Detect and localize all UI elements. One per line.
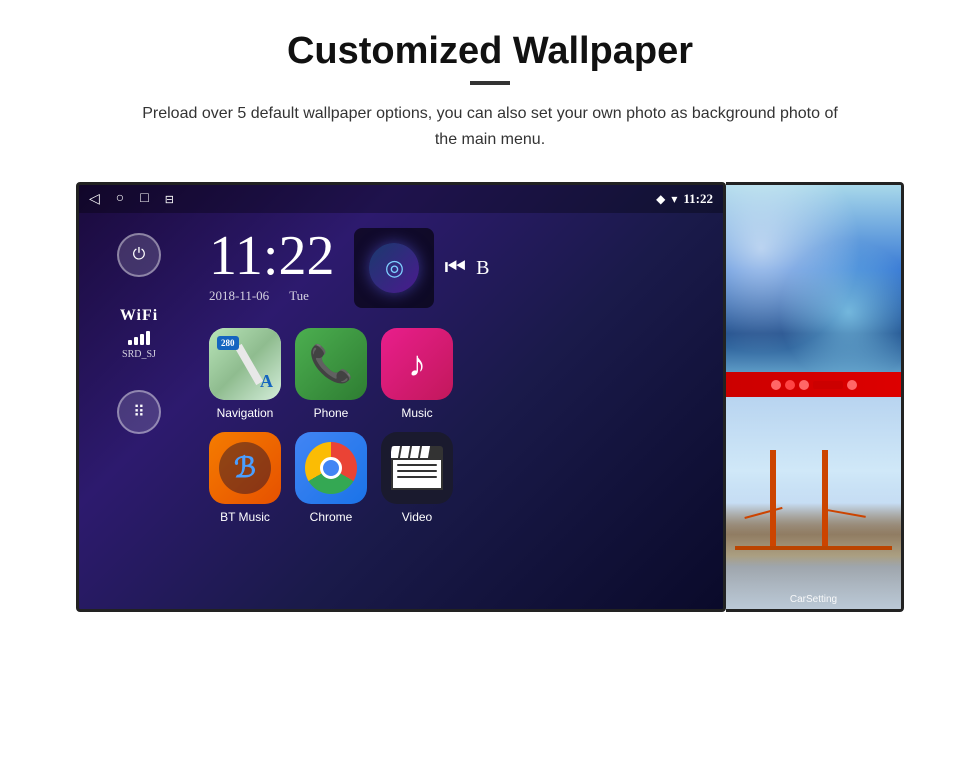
- apps-grid-icon: ⠿: [133, 402, 145, 422]
- date-value: 2018-11-06: [209, 288, 269, 304]
- status-bar: ◁ ○ □ ⊟ ◆ ▾ 11:22: [79, 185, 723, 213]
- wifi-bar-3: [140, 334, 144, 345]
- title-divider: [470, 81, 510, 85]
- bridge-cable-left: [744, 507, 782, 519]
- phone-icon: 📞: [295, 328, 367, 400]
- clock-info: 11:22 2018-11-06 Tue: [209, 228, 334, 304]
- home-icon[interactable]: ○: [116, 191, 124, 207]
- clapper-line: [397, 470, 437, 472]
- status-time: 11:22: [683, 191, 713, 207]
- wifi-status-icon: ▾: [671, 192, 677, 207]
- android-screen: ◁ ○ □ ⊟ ◆ ▾ 11:22 ⏻ WiFi: [76, 182, 726, 612]
- day-value: Tue: [289, 288, 309, 304]
- center-area: 11:22 2018-11-06 Tue ◎ ⏮ B: [199, 213, 723, 612]
- wifi-bar-2: [134, 337, 138, 345]
- bridge-scene: CarSetting: [726, 397, 901, 609]
- phone-glyph: 📞: [309, 343, 354, 385]
- now-playing-title: B: [476, 257, 489, 280]
- bridge-cable-right: [822, 508, 865, 518]
- video-icon: [381, 432, 453, 504]
- car-setting-label: CarSetting: [790, 594, 837, 605]
- back-icon[interactable]: ◁: [89, 191, 100, 208]
- screen-container: ◁ ○ □ ⊟ ◆ ▾ 11:22 ⏻ WiFi: [76, 182, 904, 612]
- clapper-lines: [393, 460, 441, 482]
- clapper-stripe: [400, 446, 410, 458]
- wallpaper-golden-gate[interactable]: CarSetting: [726, 397, 901, 609]
- music-label: Music: [401, 406, 432, 420]
- gps-icon: ◆: [656, 192, 665, 207]
- app-video[interactable]: Video: [381, 432, 453, 524]
- wifi-ssid: SRD_SJ: [122, 349, 156, 360]
- page-subtitle: Preload over 5 default wallpaper options…: [140, 101, 840, 152]
- music-glyph: ♪: [408, 343, 426, 385]
- radio-button-3: [799, 380, 809, 390]
- radio-display: [813, 381, 843, 389]
- ice-texture: [726, 185, 901, 397]
- app-music[interactable]: ♪ Music: [381, 328, 453, 420]
- bridge-road: [735, 546, 893, 550]
- navigation-label: Navigation: [217, 406, 274, 420]
- radio-button-4: [847, 380, 857, 390]
- app-phone[interactable]: 📞 Phone: [295, 328, 367, 420]
- clapper-line: [397, 464, 437, 466]
- bt-music-label: BT Music: [220, 510, 270, 524]
- chrome-icon: [295, 432, 367, 504]
- navigation-icon: 280 A: [209, 328, 281, 400]
- music-widget-icon: ◎: [369, 243, 419, 293]
- power-button[interactable]: ⏻: [117, 233, 161, 277]
- clapper-stripe: [420, 446, 430, 458]
- nav-map: 280 A: [209, 328, 281, 400]
- app-navigation[interactable]: 280 A Navigation: [209, 328, 281, 420]
- clapper-stripe: [391, 446, 400, 458]
- prev-track-button[interactable]: ⏮: [444, 255, 466, 282]
- chrome-label: Chrome: [310, 510, 353, 524]
- status-icons: ◆ ▾ 11:22: [656, 191, 713, 207]
- bt-glyph: ℬ: [219, 442, 271, 494]
- phone-label: Phone: [314, 406, 349, 420]
- car-radio-strip: [726, 372, 901, 397]
- clapper-body: [391, 458, 443, 490]
- cast-icon: ◎: [385, 255, 404, 281]
- wifi-signal-bars: [128, 329, 150, 345]
- video-label: Video: [402, 510, 432, 524]
- video-clapper: [391, 446, 443, 490]
- wifi-bar-4: [146, 331, 150, 345]
- clock-time: 11:22: [209, 228, 334, 284]
- clock-date: 2018-11-06 Tue: [209, 288, 334, 304]
- clapper-top: [391, 446, 443, 458]
- apps-row-1: 280 A Navigation 📞 Phone: [209, 328, 713, 420]
- bridge-tower-left: [770, 450, 776, 545]
- wifi-label: WiFi: [120, 307, 158, 325]
- clapper-stripe: [410, 446, 420, 458]
- music-icon: ♪: [381, 328, 453, 400]
- gallery-icon[interactable]: ⊟: [165, 193, 174, 206]
- clock-widgets: ◎ ⏮ B: [354, 228, 489, 308]
- nav-shield: 280: [217, 336, 239, 350]
- left-sidebar: ⏻ WiFi SRD_SJ ⠿: [79, 213, 199, 612]
- wallpaper-panels: CarSetting: [726, 182, 904, 612]
- power-icon: ⏻: [133, 246, 146, 264]
- wifi-widget: WiFi SRD_SJ: [120, 307, 158, 360]
- wifi-bar-1: [128, 340, 132, 345]
- apps-row-2: ℬ BT Music Chrome: [209, 432, 713, 524]
- page-title: Customized Wallpaper: [287, 30, 693, 73]
- nav-road: [235, 343, 264, 384]
- bt-music-icon: ℬ: [209, 432, 281, 504]
- screen-content: ⏻ WiFi SRD_SJ ⠿: [79, 213, 723, 612]
- app-chrome[interactable]: Chrome: [295, 432, 367, 524]
- clock-section: 11:22 2018-11-06 Tue ◎ ⏮ B: [209, 228, 713, 308]
- apps-grid-button[interactable]: ⠿: [117, 390, 161, 434]
- clapper-line: [397, 476, 437, 478]
- app-bt-music[interactable]: ℬ BT Music: [209, 432, 281, 524]
- chrome-circle: [305, 442, 357, 494]
- recents-icon[interactable]: □: [140, 191, 148, 207]
- nav-icons: ◁ ○ □ ⊟: [89, 191, 174, 208]
- radio-button-2: [785, 380, 795, 390]
- wallpaper-ice-cave[interactable]: [726, 185, 901, 397]
- radio-button-1: [771, 380, 781, 390]
- music-now-playing[interactable]: ◎: [354, 228, 434, 308]
- bridge-tower-right: [822, 450, 828, 545]
